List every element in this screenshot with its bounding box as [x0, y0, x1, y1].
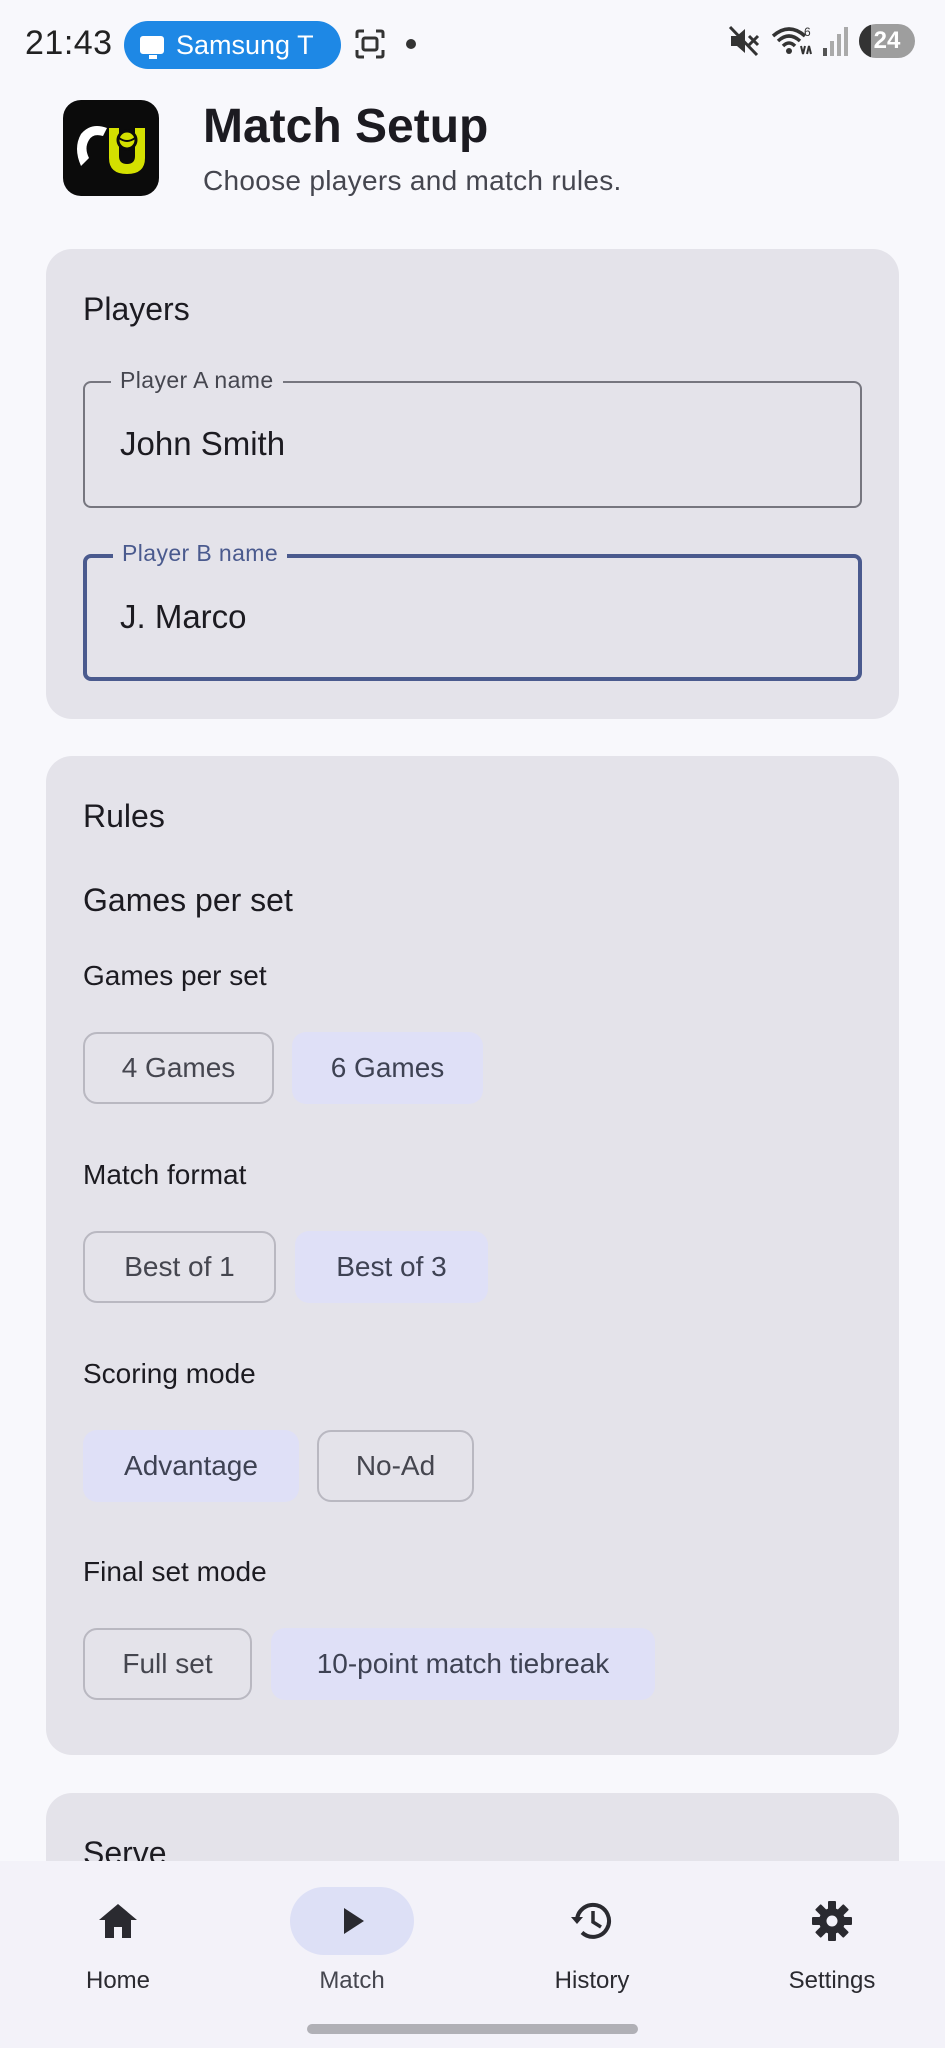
screen-record-icon — [355, 29, 385, 59]
player-a-field[interactable]: Player A name — [83, 367, 862, 508]
signal-icon — [823, 27, 848, 56]
battery-level: 24 — [873, 27, 901, 54]
mute-icon — [728, 25, 760, 57]
bottom-navigation: Home Match History Settings — [0, 1861, 945, 2048]
nav-match[interactable]: Match — [234, 1861, 470, 2001]
players-title: Players — [83, 291, 190, 327]
nav-history[interactable]: History — [474, 1861, 710, 2001]
nav-match-label: Match — [319, 1967, 385, 1994]
cast-chip[interactable]: Samsung T — [124, 21, 341, 69]
history-icon — [571, 1902, 611, 1939]
player-b-field[interactable]: Player B name — [83, 540, 862, 681]
home-icon — [99, 1904, 137, 1938]
gear-icon — [812, 1901, 852, 1941]
nav-settings[interactable]: Settings — [714, 1861, 945, 2001]
rules-card: Rules Games per set Games per set 4 Game… — [46, 756, 899, 1755]
nav-home-label: Home — [85, 1967, 151, 1994]
cast-tv-icon — [140, 36, 164, 59]
chip-best-of-3[interactable]: Best of 3 — [295, 1231, 488, 1303]
play-icon — [344, 1908, 364, 1934]
chip-best-of-1[interactable]: Best of 1 — [83, 1231, 276, 1303]
match-format-label: Match format — [83, 1159, 247, 1190]
cast-label: Samsung T — [176, 29, 314, 60]
scoring-mode-label: Scoring mode — [83, 1358, 256, 1389]
notification-dot-icon — [406, 39, 416, 49]
app-logo — [63, 100, 159, 196]
wifi-badge: 6 — [804, 25, 811, 39]
rules-title: Rules — [83, 798, 165, 834]
player-b-input[interactable] — [120, 598, 820, 636]
nav-home[interactable]: Home — [0, 1861, 236, 2001]
tennis-app-logo — [77, 126, 145, 174]
status-bar: 21:43 Samsung T 6 24 — [0, 0, 945, 88]
chip-4-games[interactable]: 4 Games — [83, 1032, 274, 1104]
chip-6-games[interactable]: 6 Games — [292, 1032, 483, 1104]
nav-history-label: History — [554, 1967, 630, 1994]
chip-no-ad[interactable]: No-Ad — [317, 1430, 474, 1502]
player-a-label: Player A name — [111, 367, 283, 394]
wifi-icon: 6 — [771, 25, 812, 55]
final-set-mode-label: Final set mode — [83, 1556, 267, 1587]
status-time: 21:43 — [25, 24, 113, 62]
games-per-set-heading: Games per set — [83, 882, 293, 918]
home-indicator[interactable] — [307, 2024, 638, 2034]
chip-10-point-tiebreak[interactable]: 10-point match tiebreak — [271, 1628, 655, 1700]
player-a-input[interactable] — [120, 425, 820, 463]
battery-indicator: 24 — [859, 24, 915, 58]
nav-settings-label: Settings — [788, 1967, 876, 1994]
chip-full-set[interactable]: Full set — [83, 1628, 252, 1700]
player-b-label: Player B name — [113, 540, 288, 567]
page-title: Match Setup — [203, 100, 489, 153]
page-subtitle: Choose players and match rules. — [203, 165, 622, 196]
games-per-set-label: Games per set — [83, 960, 267, 991]
players-card: Players Player A name Player B name — [46, 249, 899, 719]
chip-advantage[interactable]: Advantage — [83, 1430, 299, 1502]
